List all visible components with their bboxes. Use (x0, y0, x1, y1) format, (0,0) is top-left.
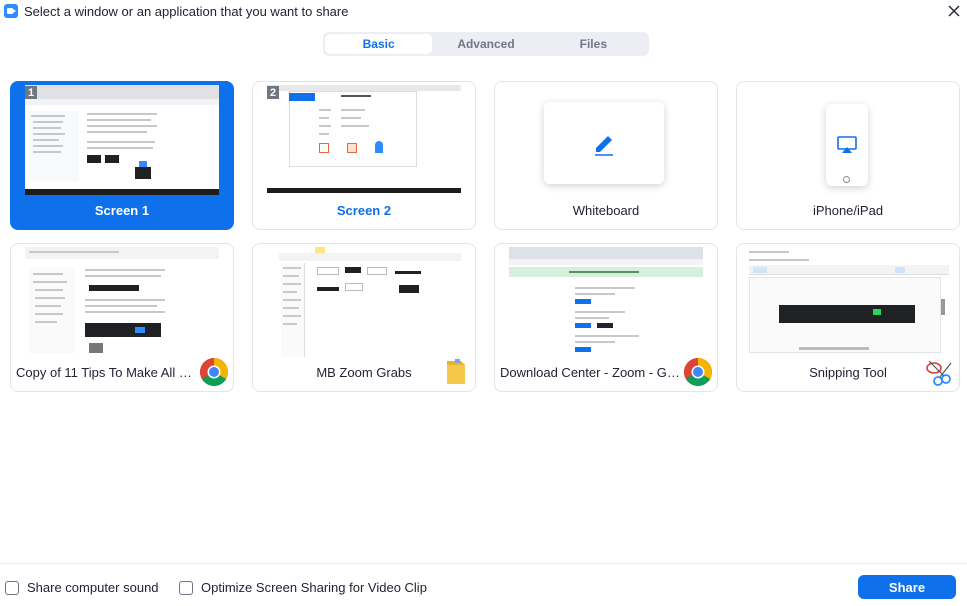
share-sound-label: Share computer sound (27, 580, 159, 595)
zoom-app-icon (4, 4, 18, 18)
optimize-video-checkbox[interactable] (179, 580, 193, 595)
chrome-icon (684, 358, 712, 386)
pen-icon (595, 136, 613, 156)
folder-icon (447, 359, 465, 384)
share-option-screen-2[interactable]: 2 Screen 2 (252, 81, 476, 230)
window-thumbnail (747, 247, 951, 357)
share-option-window-snipping[interactable]: Snipping Tool (736, 243, 960, 392)
share-option-whiteboard[interactable]: Whiteboard (494, 81, 718, 230)
share-option-screen-1[interactable]: 1 Screen 1 (10, 81, 234, 230)
share-option-label: Screen 1 (94, 203, 150, 218)
title-bar: Select a window or an application that y… (0, 0, 967, 22)
tab-basic[interactable]: Basic (325, 34, 433, 54)
share-button[interactable]: Share (858, 575, 956, 599)
share-tabs: Basic Advanced Files (323, 32, 649, 56)
window-thumbnail (509, 247, 703, 357)
close-button[interactable] (945, 2, 963, 20)
share-option-label: Copy of 11 Tips To Make All Day Video Me… (16, 365, 199, 380)
share-option-label: Snipping Tool (809, 365, 887, 380)
whiteboard-tile (544, 102, 664, 184)
share-option-label: Whiteboard (572, 203, 640, 218)
screen-2-thumbnail (267, 85, 461, 195)
share-option-label: Download Center - Zoom - Google Chrome (500, 365, 683, 380)
phone-home-button (843, 176, 850, 183)
share-option-label: MB Zoom Grabs (316, 365, 412, 380)
share-option-window-folder[interactable]: MB Zoom Grabs (252, 243, 476, 392)
chrome-icon (200, 358, 228, 386)
share-option-window-chrome[interactable]: Download Center - Zoom - Google Chrome (494, 243, 718, 392)
tab-advanced[interactable]: Advanced (432, 34, 539, 54)
share-option-iphone-ipad[interactable]: iPhone/iPad (736, 81, 960, 230)
window-thumbnail (267, 247, 461, 357)
phone-tile (826, 104, 868, 186)
tab-files[interactable]: Files (540, 34, 647, 54)
share-sound-option[interactable]: Share computer sound (5, 580, 159, 595)
optimize-video-label: Optimize Screen Sharing for Video Clip (201, 580, 427, 595)
window-thumbnail (25, 247, 219, 357)
screen-1-thumbnail (25, 85, 219, 195)
share-option-label: Screen 2 (336, 203, 392, 218)
share-footer: Share computer sound Optimize Screen Sha… (0, 563, 967, 606)
share-option-window-docs[interactable]: Copy of 11 Tips To Make All Day Video Me… (10, 243, 234, 392)
airplay-icon (837, 136, 857, 153)
optimize-video-option[interactable]: Optimize Screen Sharing for Video Clip (179, 580, 427, 595)
window-title: Select a window or an application that y… (24, 4, 349, 19)
screen-number-badge: 1 (25, 86, 37, 99)
close-icon (948, 5, 960, 17)
share-option-label: iPhone/iPad (812, 203, 884, 218)
share-sound-checkbox[interactable] (5, 580, 19, 595)
scissors-icon (926, 360, 952, 386)
screen-number-badge: 2 (267, 86, 279, 99)
